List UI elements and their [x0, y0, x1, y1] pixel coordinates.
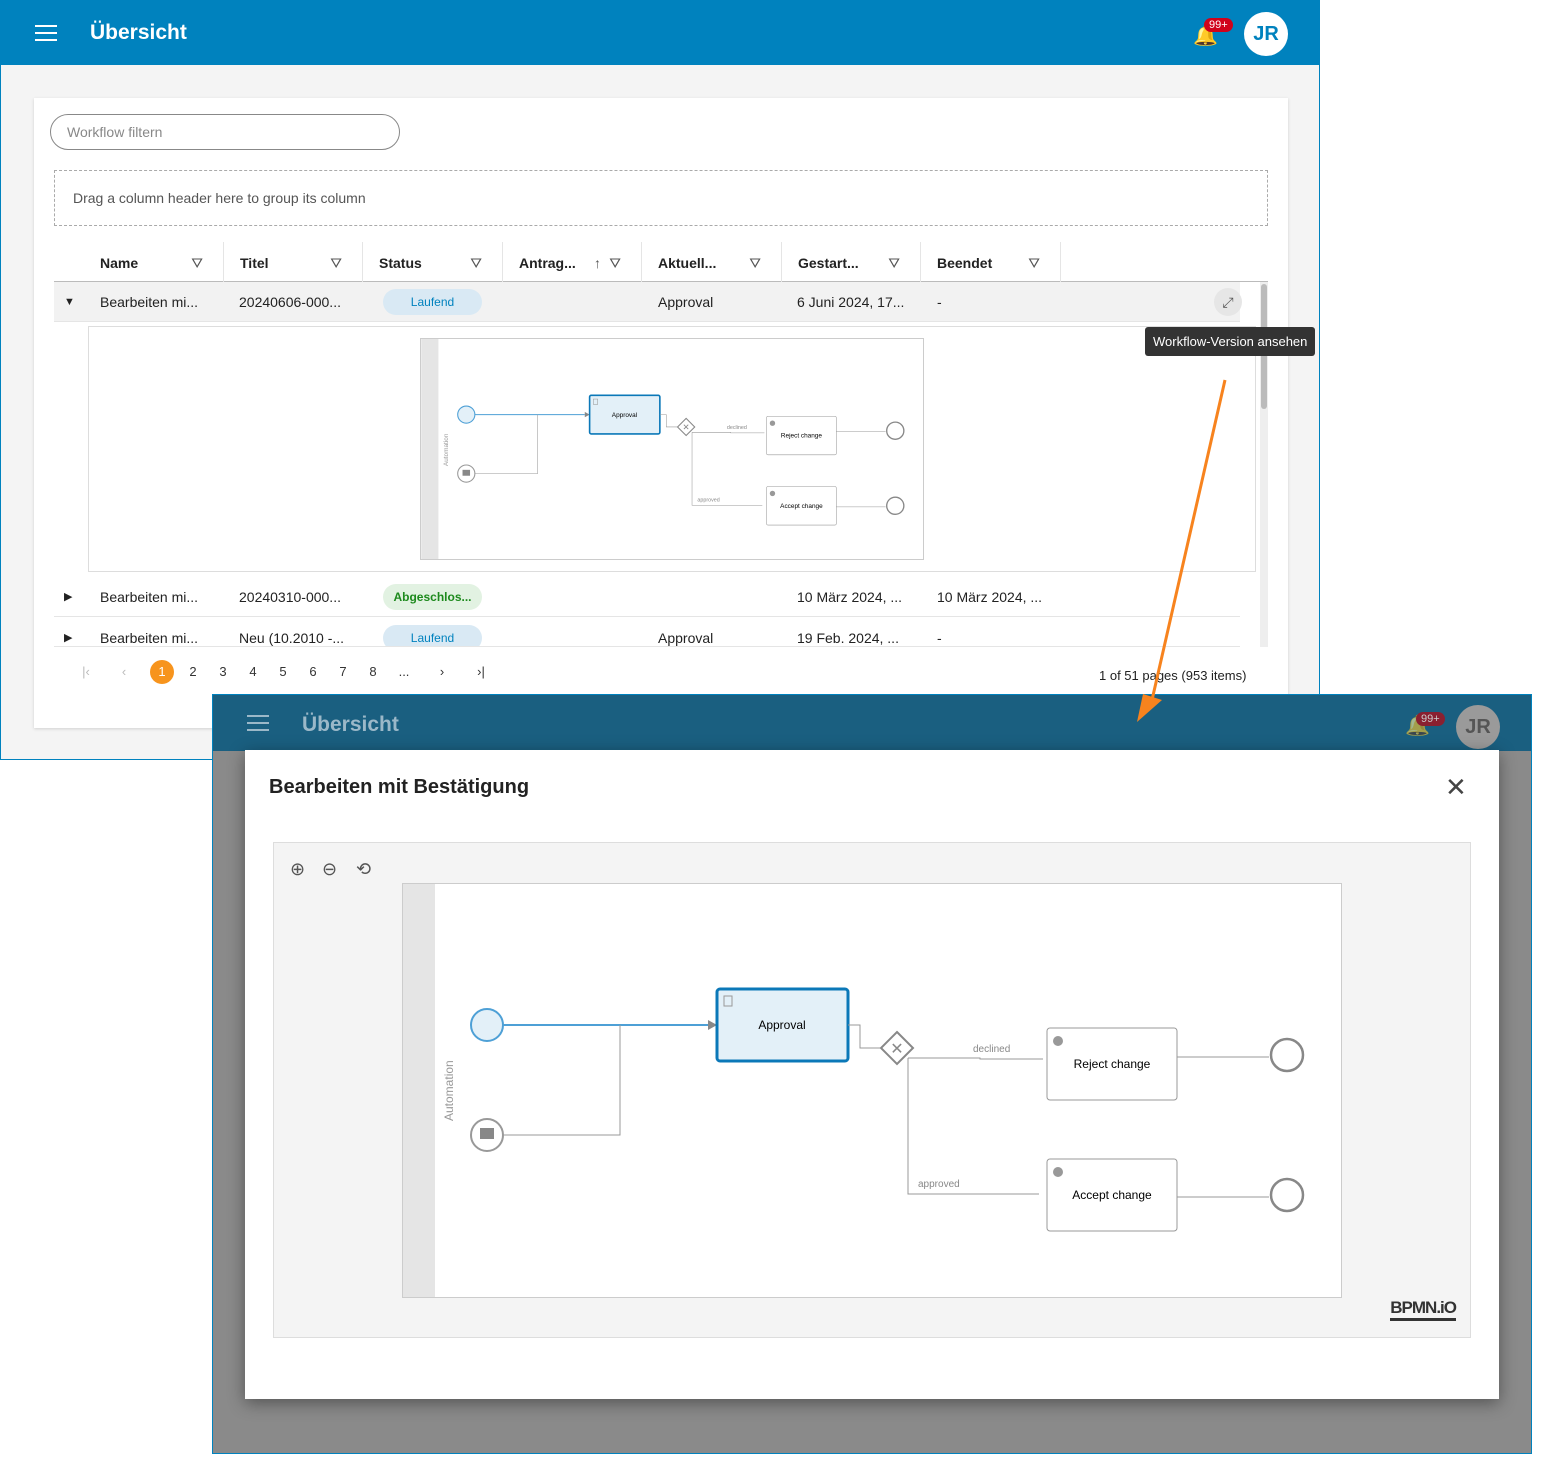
annotation-arrow: [1137, 379, 1227, 722]
